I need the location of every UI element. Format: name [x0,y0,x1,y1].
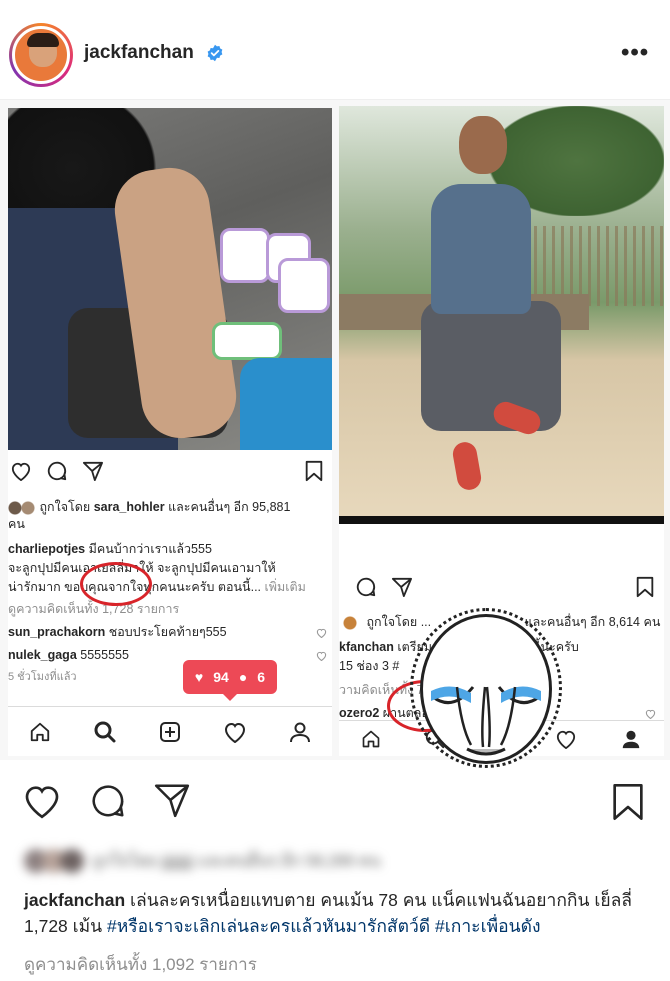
left-more-link[interactable]: เพิ่มเติม [265,580,306,594]
avatar[interactable] [9,23,73,87]
comment-like-icon[interactable] [316,651,327,661]
bookmark-icon[interactable] [304,460,324,482]
home-icon[interactable] [361,729,381,749]
activity-icon[interactable] [555,729,577,749]
left-liked-by: ถูกใจโดย sara_hohler และคนอื่นๆ อีก 95,8… [8,498,290,517]
comment-like-icon[interactable] [645,709,656,719]
activity-icon[interactable] [223,721,247,743]
crying-sticker-icon [420,614,552,764]
profile-icon[interactable] [620,728,642,750]
highlight-circle [80,562,152,606]
left-screenshot: ถูกใจโดย sara_hohler และคนอื่นๆ อีก 95,8… [8,108,332,756]
left-caption-line3: น่ารักมาก ขอบคุณจากใจทุกคนนะครับ ตอนนี้.… [8,580,306,594]
notif-person-icon: ● [238,669,248,685]
profile-icon[interactable] [288,720,312,744]
left-photo [8,108,332,450]
post-action-bar [0,782,670,832]
right-photo [339,106,664,516]
hashtag-link[interactable]: #เกาะเพื่อนดัง [435,916,540,936]
comment-like-icon[interactable] [316,628,327,638]
share-icon[interactable] [391,577,413,597]
liked-by-text: ถูกใจโดย jjjjjjjjj และคนอื่นๆ อีก 58,289… [92,852,381,870]
notif-follows-count: 6 [257,669,266,685]
left-view-comments[interactable]: ดูความคิดเห็นทั้ง 1,728 รายการ [8,600,179,619]
caption-username[interactable]: jackfanchan [24,890,125,910]
left-caption-line1: charliepotjes มีคนบ้ากว่าเราแล้ว555 [8,542,212,556]
post-username[interactable]: jackfanchan [84,42,194,64]
share-icon[interactable] [82,461,104,481]
left-timestamp: 5 ชั่วโมงที่แล้ว [8,671,77,683]
left-bottom-nav [8,706,332,756]
left-action-row [10,460,118,482]
bookmark-icon[interactable] [635,576,655,598]
comment-icon[interactable] [89,782,127,820]
home-icon[interactable] [28,721,52,743]
left-comment-2: nulek_gaga 5555555 [8,648,129,662]
comment-icon[interactable] [46,460,68,482]
avatar-image [12,26,70,84]
comment-icon[interactable] [355,576,377,598]
notif-likes-count: 94 [213,669,229,685]
verified-badge-icon [207,44,223,62]
post-header: jackfanchan ••• [0,0,670,100]
more-options-button[interactable]: ••• [621,41,649,65]
right-action-row [355,576,427,598]
activity-notification-badge: ♥ 94 ● 6 [183,660,277,701]
left-comment-1: sun_prachakorn ชอบประโยคท้ายๆ555 [8,625,227,639]
share-icon[interactable] [153,782,191,818]
post-caption: jackfanchan เล่นละครเหนื่อยแทบตาย คนเม้น… [24,887,654,939]
add-icon[interactable] [158,720,182,744]
left-liked-by-line2: คน [8,517,25,531]
heart-icon[interactable] [22,782,62,820]
notif-heart-icon: ♥ [194,669,204,685]
hashtag-link[interactable]: #หรือเราจะเลิกเล่นละครแล้วหันมารักสัตว์ด… [107,916,430,936]
view-all-comments-link[interactable]: ดูความคิดเห็นทั้ง 1,092 รายการ [24,951,257,978]
right-caption-line2: 15 ช่อง 3 # [339,659,400,673]
heart-icon[interactable] [10,461,32,481]
liked-by-summary[interactable]: ถูกใจโดย jjjjjjjjj และคนอื่นๆ อีก 58,289… [24,846,494,876]
post-image[interactable]: ถูกใจโดย sara_hohler และคนอื่นๆ อีก 95,8… [0,100,670,768]
search-icon[interactable] [93,720,117,744]
bookmark-icon[interactable] [611,782,645,822]
